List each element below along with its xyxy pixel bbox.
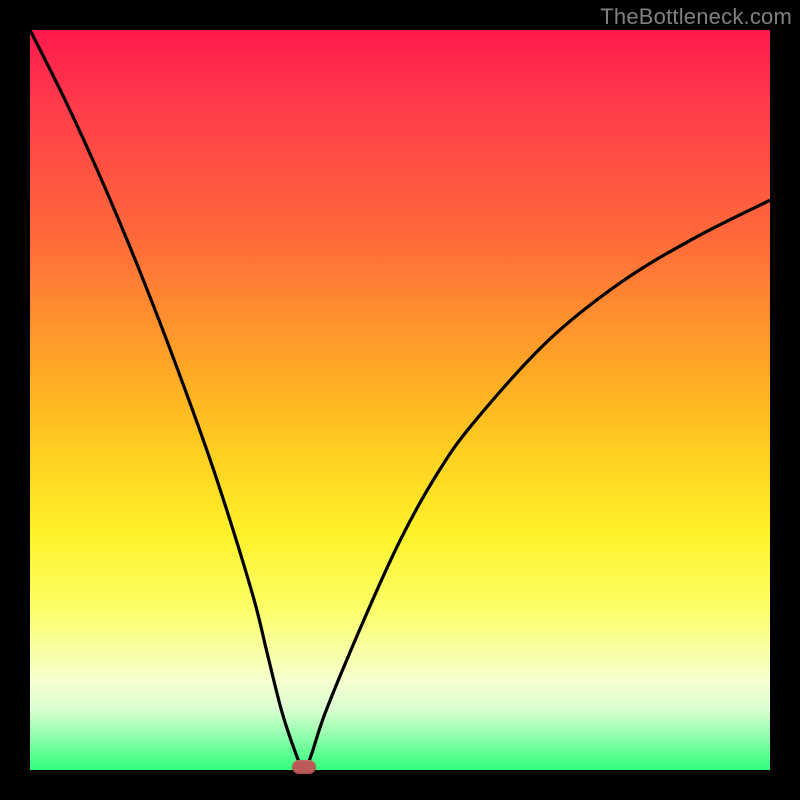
plot-area [30,30,770,770]
optimal-point-marker [292,760,316,774]
bottleneck-curve [30,30,770,770]
chart-frame: TheBottleneck.com [0,0,800,800]
watermark-text: TheBottleneck.com [600,4,792,30]
